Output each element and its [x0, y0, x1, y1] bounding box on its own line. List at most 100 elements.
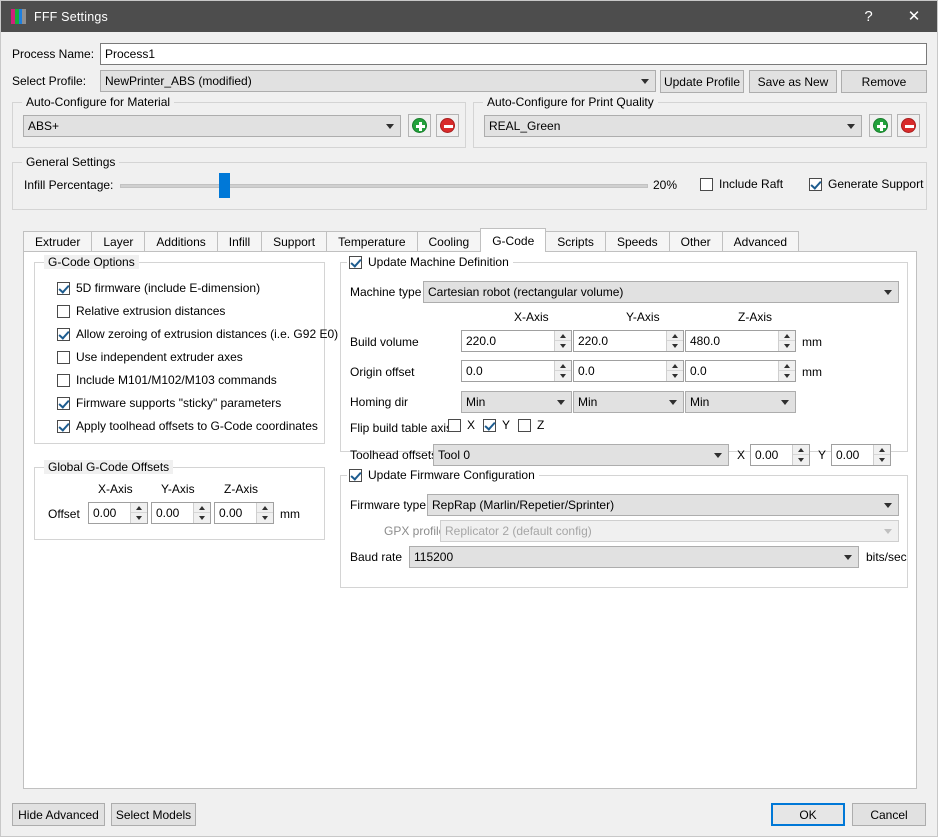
- generate-support-checkbox[interactable]: Generate Support: [809, 177, 923, 191]
- select-profile-combo[interactable]: NewPrinter_ABS (modified): [100, 70, 656, 92]
- spinner-up-icon[interactable]: [131, 503, 147, 513]
- spinner-buttons[interactable]: [778, 361, 795, 381]
- option-5d-firmware[interactable]: 5D firmware (include E-dimension): [57, 281, 260, 295]
- flip-y-checkbox[interactable]: Y: [483, 418, 510, 432]
- option-independent-axes[interactable]: Use independent extruder axes: [57, 350, 243, 364]
- build-volume-y-spinner[interactable]: 220.0: [573, 330, 684, 352]
- tab-speeds[interactable]: Speeds: [605, 231, 670, 252]
- remove-quality-button[interactable]: [897, 114, 920, 137]
- spinner-down-icon[interactable]: [779, 371, 795, 381]
- spinner-buttons[interactable]: [666, 361, 683, 381]
- option-relative-extrusion[interactable]: Relative extrusion distances: [57, 304, 225, 318]
- spinner-down-icon[interactable]: [667, 341, 683, 351]
- spinner-buttons[interactable]: [554, 361, 571, 381]
- option-toolhead-offsets[interactable]: Apply toolhead offsets to G-Code coordin…: [57, 419, 318, 433]
- spinner-up-icon[interactable]: [555, 361, 571, 371]
- tab-temperature[interactable]: Temperature: [326, 231, 417, 252]
- homing-x-combo[interactable]: Min: [461, 391, 572, 413]
- firmware-type-combo[interactable]: RepRap (Marlin/Repetier/Sprinter): [427, 494, 899, 516]
- spinner-buttons[interactable]: [130, 503, 147, 523]
- spinner-up-icon[interactable]: [793, 445, 809, 455]
- firmware-configuration-title-wrap[interactable]: Update Firmware Configuration: [347, 468, 539, 482]
- update-profile-button[interactable]: Update Profile: [660, 70, 744, 93]
- global-offset-x-spinner[interactable]: 0.00: [88, 502, 148, 524]
- spinner-up-icon[interactable]: [779, 361, 795, 371]
- flip-z-checkbox[interactable]: Z: [518, 418, 544, 432]
- spinner-buttons[interactable]: [666, 331, 683, 351]
- homing-z-combo[interactable]: Min: [685, 391, 796, 413]
- include-raft-checkbox[interactable]: Include Raft: [700, 177, 783, 191]
- tab-gcode[interactable]: G-Code: [480, 228, 546, 252]
- tab-scripts[interactable]: Scripts: [545, 231, 606, 252]
- baud-rate-combo[interactable]: 115200: [409, 546, 859, 568]
- build-volume-y-value: 220.0: [574, 334, 666, 348]
- option-sticky-parameters[interactable]: Firmware supports "sticky" parameters: [57, 396, 281, 410]
- tab-other[interactable]: Other: [669, 231, 723, 252]
- spinner-up-icon[interactable]: [194, 503, 210, 513]
- tab-layer[interactable]: Layer: [91, 231, 145, 252]
- toolhead-combo[interactable]: Tool 0: [433, 444, 729, 466]
- tab-infill[interactable]: Infill: [217, 231, 262, 252]
- spinner-down-icon[interactable]: [257, 513, 273, 523]
- process-name-input[interactable]: Process1: [100, 43, 927, 65]
- hide-advanced-button[interactable]: Hide Advanced: [12, 803, 105, 826]
- remove-material-button[interactable]: [436, 114, 459, 137]
- tab-cooling[interactable]: Cooling: [417, 231, 482, 252]
- global-offset-y-spinner[interactable]: 0.00: [151, 502, 211, 524]
- material-combo[interactable]: ABS+: [23, 115, 401, 137]
- select-models-button[interactable]: Select Models: [111, 803, 196, 826]
- origin-offset-z-spinner[interactable]: 0.0: [685, 360, 796, 382]
- global-offset-z-spinner[interactable]: 0.00: [214, 502, 274, 524]
- origin-offset-label: Origin offset: [350, 365, 414, 379]
- firmware-type-label: Firmware type: [350, 498, 426, 512]
- ok-button[interactable]: OK: [771, 803, 845, 826]
- cancel-button[interactable]: Cancel: [852, 803, 926, 826]
- close-icon[interactable]: ✕: [891, 1, 937, 32]
- option-include-m101[interactable]: Include M101/M102/M103 commands: [57, 373, 277, 387]
- save-as-new-button[interactable]: Save as New: [749, 70, 837, 93]
- add-quality-button[interactable]: [869, 114, 892, 137]
- tab-extruder[interactable]: Extruder: [23, 231, 92, 252]
- origin-offset-x-spinner[interactable]: 0.0: [461, 360, 572, 382]
- flip-x-checkbox[interactable]: X: [448, 418, 475, 432]
- homing-y-combo[interactable]: Min: [573, 391, 684, 413]
- spinner-buttons[interactable]: [256, 503, 273, 523]
- spinner-up-icon[interactable]: [667, 331, 683, 341]
- spinner-down-icon[interactable]: [874, 455, 890, 465]
- spinner-down-icon[interactable]: [779, 341, 795, 351]
- spinner-down-icon[interactable]: [793, 455, 809, 465]
- spinner-up-icon[interactable]: [874, 445, 890, 455]
- spinner-down-icon[interactable]: [194, 513, 210, 523]
- tab-support[interactable]: Support: [261, 231, 327, 252]
- spinner-up-icon[interactable]: [779, 331, 795, 341]
- spinner-down-icon[interactable]: [555, 341, 571, 351]
- option-allow-zeroing[interactable]: Allow zeroing of extrusion distances (i.…: [57, 327, 338, 341]
- spinner-up-icon[interactable]: [555, 331, 571, 341]
- spinner-buttons[interactable]: [193, 503, 210, 523]
- spinner-buttons[interactable]: [554, 331, 571, 351]
- spinner-down-icon[interactable]: [555, 371, 571, 381]
- include-raft-label: Include Raft: [719, 177, 783, 191]
- spinner-buttons[interactable]: [873, 445, 890, 465]
- add-material-button[interactable]: [408, 114, 431, 137]
- quality-combo[interactable]: REAL_Green: [484, 115, 862, 137]
- machine-type-combo[interactable]: Cartesian robot (rectangular volume): [423, 281, 899, 303]
- remove-profile-button[interactable]: Remove: [841, 70, 927, 93]
- spinner-up-icon[interactable]: [257, 503, 273, 513]
- infill-slider-track[interactable]: [120, 184, 648, 188]
- tab-advanced[interactable]: Advanced: [722, 231, 799, 252]
- build-volume-x-spinner[interactable]: 220.0: [461, 330, 572, 352]
- toolhead-y-spinner[interactable]: 0.00: [831, 444, 891, 466]
- toolhead-x-spinner[interactable]: 0.00: [750, 444, 810, 466]
- spinner-down-icon[interactable]: [131, 513, 147, 523]
- build-volume-z-spinner[interactable]: 480.0: [685, 330, 796, 352]
- infill-slider-handle[interactable]: [219, 173, 230, 198]
- spinner-buttons[interactable]: [792, 445, 809, 465]
- spinner-up-icon[interactable]: [667, 361, 683, 371]
- spinner-buttons[interactable]: [778, 331, 795, 351]
- spinner-down-icon[interactable]: [667, 371, 683, 381]
- help-icon[interactable]: ?: [846, 1, 891, 32]
- origin-offset-y-spinner[interactable]: 0.0: [573, 360, 684, 382]
- machine-definition-title-wrap[interactable]: Update Machine Definition: [347, 255, 513, 269]
- tab-additions[interactable]: Additions: [144, 231, 217, 252]
